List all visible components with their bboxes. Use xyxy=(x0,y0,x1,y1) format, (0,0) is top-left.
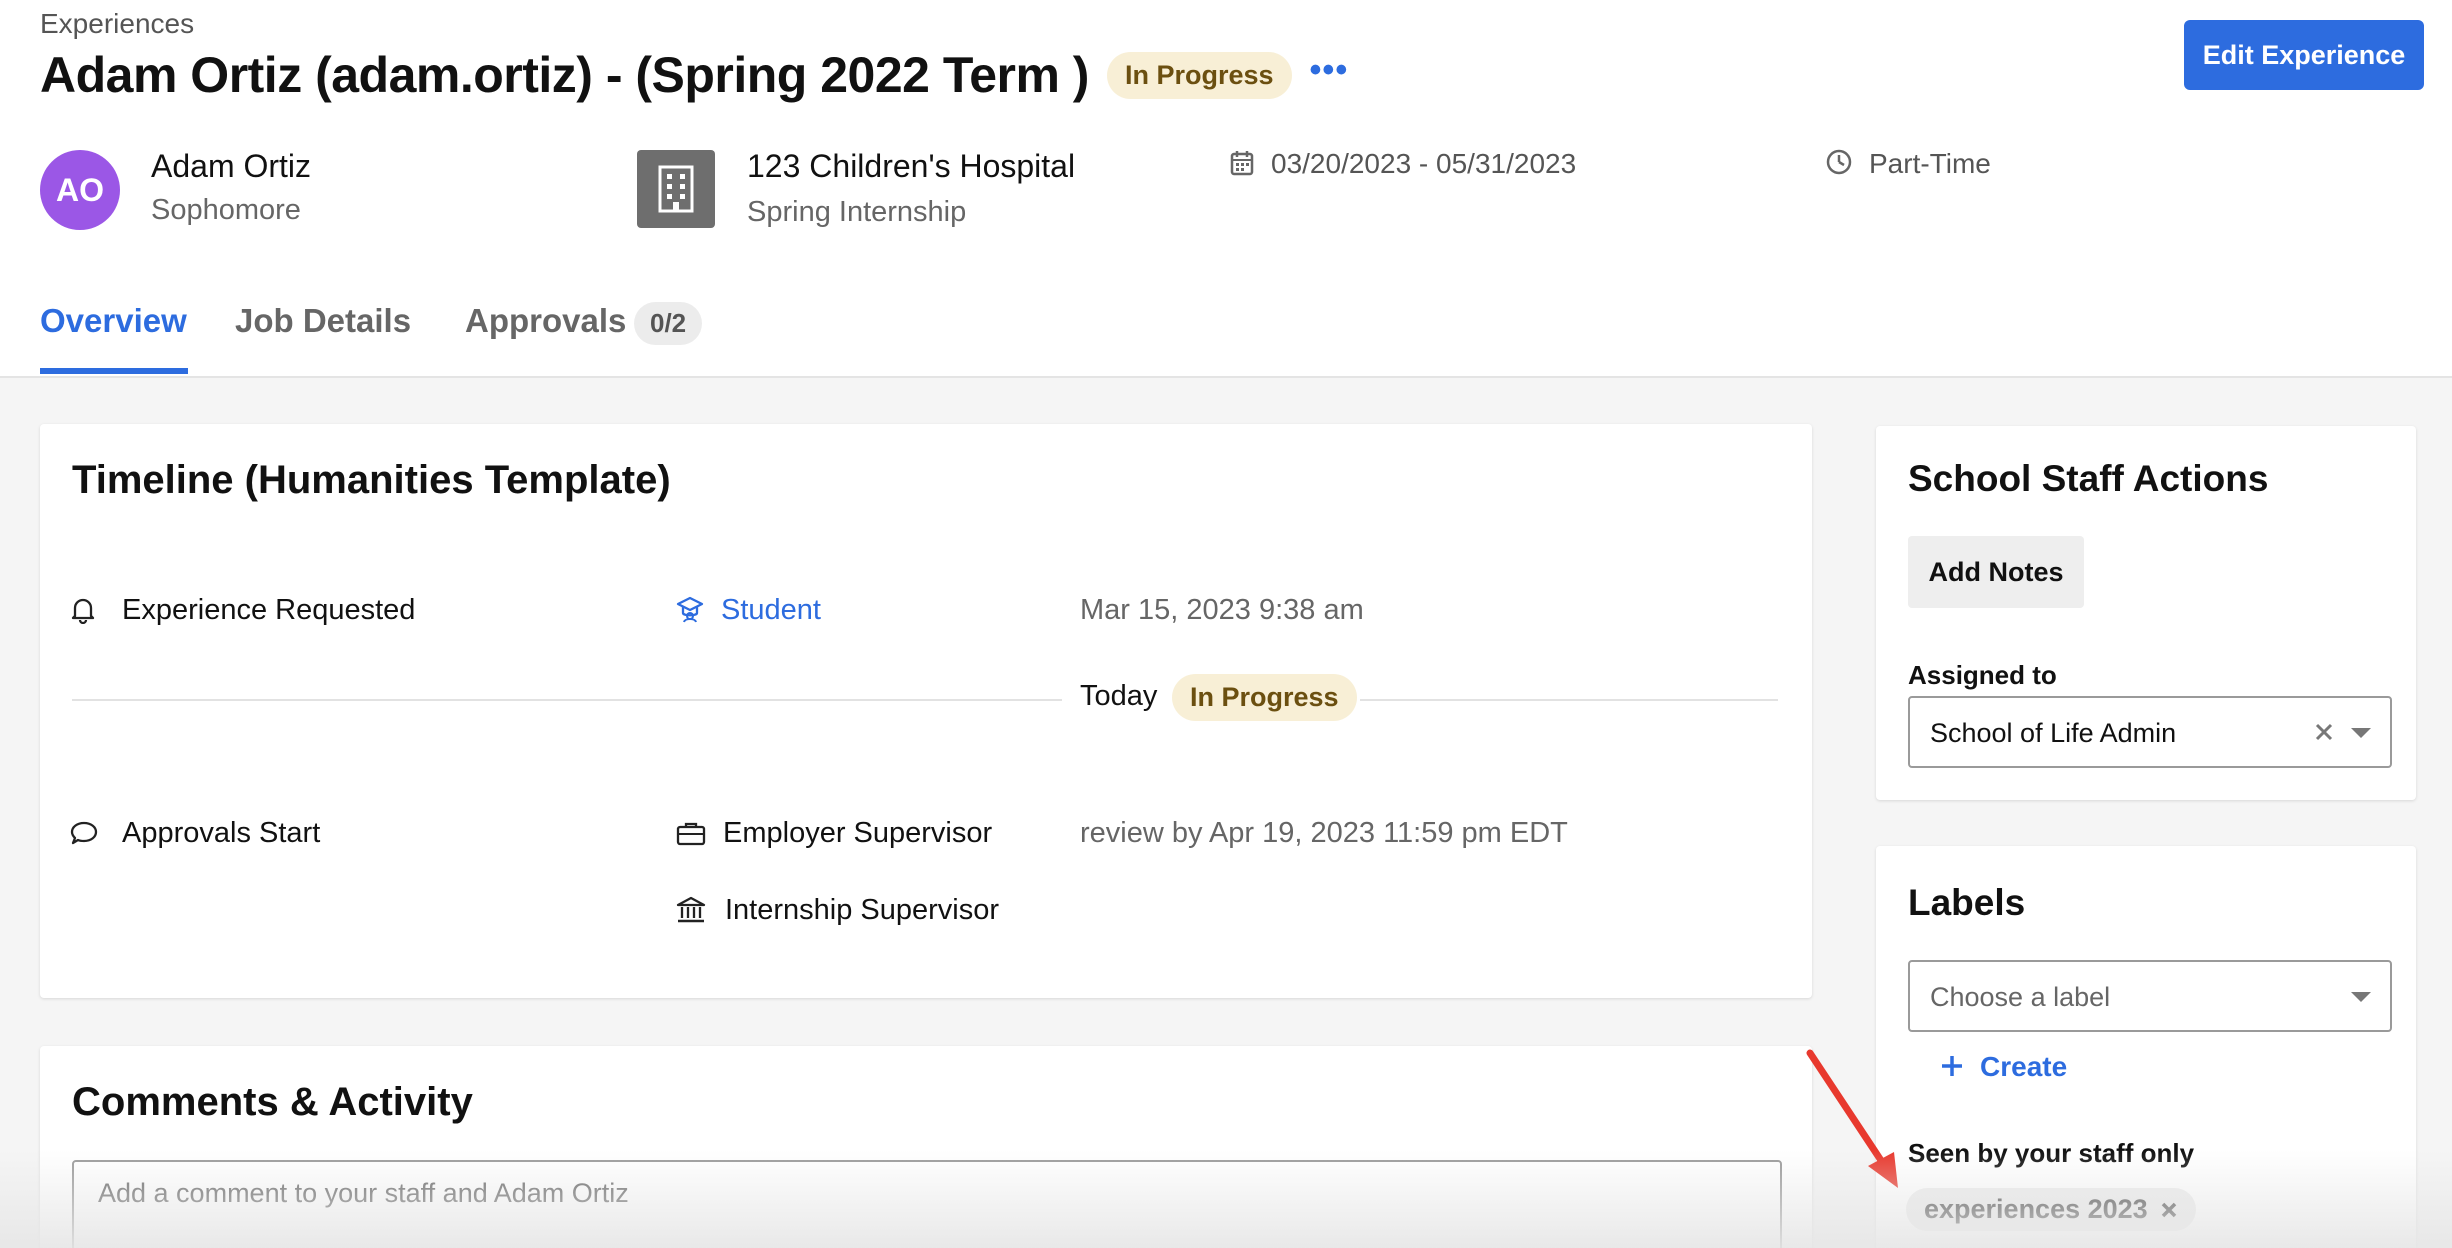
active-tab-indicator xyxy=(40,368,188,374)
approval-review-deadline: review by Apr 19, 2023 11:59 pm EDT xyxy=(1080,817,1568,849)
schedule-type: Part-Time xyxy=(1869,148,1991,179)
staff-actions-title: School Staff Actions xyxy=(1908,458,2269,499)
student-year: Sophomore xyxy=(151,194,301,226)
student-name[interactable]: Adam Ortiz xyxy=(151,148,311,185)
staff-only-label: Seen by your staff only xyxy=(1908,1138,2195,1168)
assigned-to-value: School of Life Admin xyxy=(1930,718,2177,748)
timeline-event-approvals: Approvals Start xyxy=(122,817,321,849)
annotation-arrow-icon xyxy=(1806,1049,1898,1188)
clock-icon xyxy=(1826,149,1852,180)
page: Experiences Adam Ortiz (adam.ortiz) - (S… xyxy=(0,0,2452,1248)
remove-label-icon[interactable] xyxy=(2160,1201,2178,1219)
label-select[interactable]: Choose a label xyxy=(1908,960,2392,1032)
approvals-count-badge: 0/2 xyxy=(634,302,703,345)
briefcase-icon xyxy=(676,820,706,851)
tab-approvals[interactable]: Approvals xyxy=(465,302,626,340)
labels-title: Labels xyxy=(1908,882,2026,923)
assigned-to-label: Assigned to xyxy=(1908,660,2057,690)
position-title: Spring Internship xyxy=(747,196,967,228)
chevron-down-icon[interactable] xyxy=(2350,726,2372,744)
tab-job-details[interactable]: Job Details xyxy=(235,302,411,340)
label-select-placeholder: Choose a label xyxy=(1930,982,2111,1012)
graduation-cap-icon xyxy=(676,595,704,628)
label-chip-text: experiences 2023 xyxy=(1924,1194,2148,1224)
title-row: Adam Ortiz (adam.ortiz) - (Spring 2022 T… xyxy=(40,46,1348,104)
comments-title: Comments & Activity xyxy=(72,1080,473,1124)
staff-actions-card: School Staff Actions Add Notes Assigned … xyxy=(1876,426,2416,800)
page-header: Experiences Adam Ortiz (adam.ortiz) - (S… xyxy=(0,0,2452,378)
employer-name[interactable]: 123 Children's Hospital xyxy=(747,148,1075,185)
timeline-divider-right xyxy=(1360,699,1778,701)
assigned-to-select[interactable]: School of Life Admin xyxy=(1908,696,2392,768)
comment-input[interactable]: Add a comment to your staff and Adam Ort… xyxy=(72,1160,1782,1248)
timeline-event-requested: Experience Requested xyxy=(122,594,416,626)
timeline-divider-left xyxy=(72,699,1062,701)
date-range: 03/20/2023 - 05/31/2023 xyxy=(1271,148,1577,179)
avatar: AO xyxy=(40,150,120,230)
actor-employer-supervisor: Employer Supervisor xyxy=(723,817,993,849)
today-status-badge: In Progress xyxy=(1172,674,1357,721)
today-label: Today xyxy=(1080,680,1158,712)
chevron-down-icon[interactable] xyxy=(2350,990,2372,1008)
actor-student-link[interactable]: Student xyxy=(721,594,821,627)
timeline-title: Timeline (Humanities Template) xyxy=(72,458,671,502)
plus-icon[interactable] xyxy=(1940,1054,1964,1083)
calendar-icon xyxy=(1230,150,1254,181)
institution-icon xyxy=(676,896,706,929)
timeline-card: Timeline (Humanities Template) Experienc… xyxy=(40,424,1812,998)
building-icon xyxy=(637,150,715,228)
status-badge: In Progress xyxy=(1106,51,1292,99)
timeline-requested-time: Mar 15, 2023 9:38 am xyxy=(1080,594,1364,626)
create-label-link[interactable]: Create xyxy=(1980,1051,2067,1083)
tab-overview[interactable]: Overview xyxy=(40,302,187,340)
breadcrumb[interactable]: Experiences xyxy=(40,8,194,40)
comment-placeholder: Add a comment to your staff and Adam Ort… xyxy=(98,1178,629,1208)
edit-experience-button[interactable]: Edit Experience xyxy=(2184,20,2424,90)
actor-internship-supervisor: Internship Supervisor xyxy=(725,894,1000,926)
chat-bubble-icon xyxy=(70,820,98,851)
label-chip: experiences 2023 xyxy=(1906,1188,2196,1231)
page-title: Adam Ortiz (adam.ortiz) - (Spring 2022 T… xyxy=(40,47,1089,103)
more-options-icon[interactable]: ••• xyxy=(1310,51,1349,90)
add-notes-button[interactable]: Add Notes xyxy=(1908,536,2084,608)
bell-icon xyxy=(70,596,96,629)
clear-icon[interactable] xyxy=(2314,722,2334,747)
